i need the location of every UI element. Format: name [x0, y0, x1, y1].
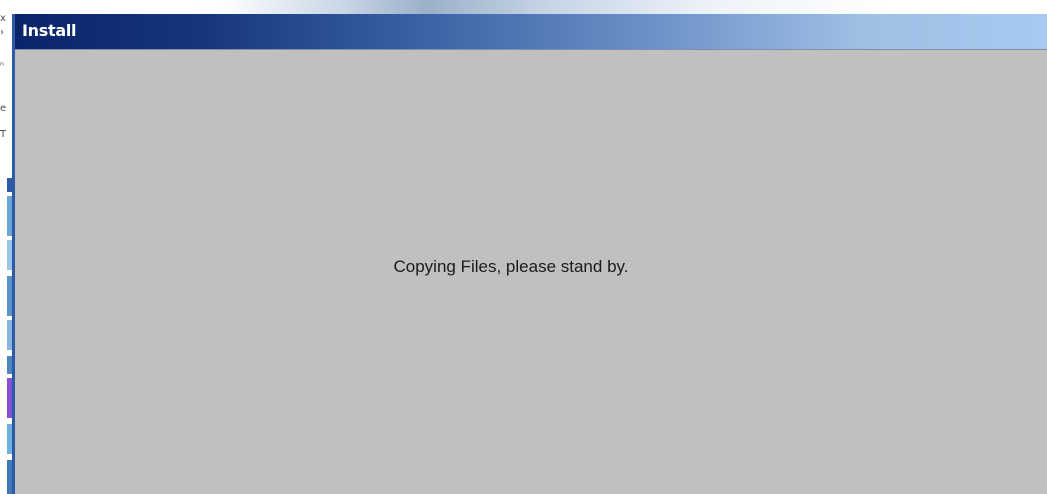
screen: x › ⁿ e T Install Copying Files, please … — [0, 0, 1047, 494]
background-text-fragment: T — [0, 129, 7, 140]
dialog-body: Copying Files, please stand by. — [15, 50, 1047, 494]
background-text-fragment: ⁿ — [0, 61, 4, 72]
background-text-fragment: › — [0, 27, 4, 38]
dialog-title: Install — [22, 21, 77, 40]
desktop-background-strip — [12, 0, 1047, 14]
install-dialog: Install Copying Files, please stand by. — [12, 14, 1047, 494]
background-text-fragment: x — [0, 13, 6, 24]
status-message: Copying Files, please stand by. — [393, 257, 629, 276]
background-text-fragment: e — [0, 103, 7, 114]
dialog-title-bar[interactable]: Install — [15, 14, 1047, 50]
background-window-edge: x › ⁿ e T — [0, 0, 12, 494]
